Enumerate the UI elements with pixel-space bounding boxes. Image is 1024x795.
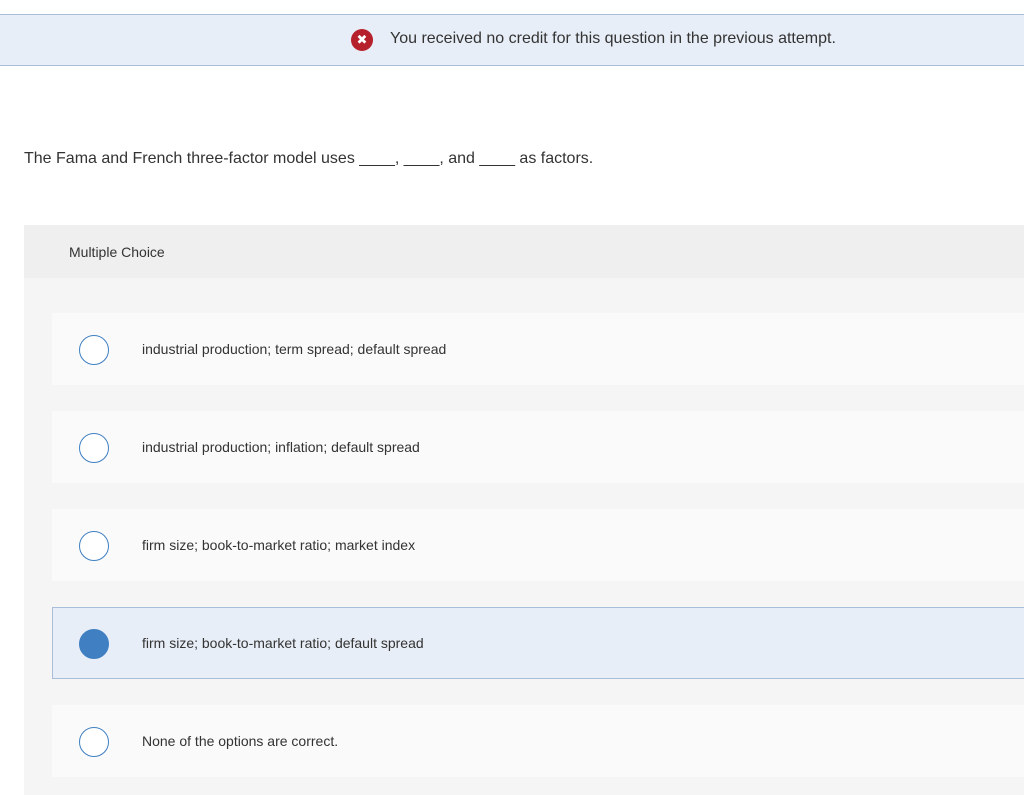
question-text: The Fama and French three-factor model u… [24, 150, 594, 167]
multiple-choice-panel: Multiple Choice industrial production; t… [24, 225, 1024, 795]
option-2[interactable]: industrial production; inflation; defaul… [52, 411, 1024, 483]
radio-button-5[interactable] [79, 727, 109, 757]
option-3-label: firm size; book-to-market ratio; market … [142, 537, 416, 553]
option-2-label: industrial production; inflation; defaul… [142, 439, 420, 455]
option-1-label: industrial production; term spread; defa… [142, 341, 447, 357]
panel-header: Multiple Choice [24, 225, 1024, 278]
feedback-banner: ✖ You received no credit for this questi… [0, 14, 1024, 66]
feedback-message: You received no credit for this question… [390, 30, 836, 47]
options-list: industrial production; term spread; defa… [24, 278, 1024, 795]
panel-header-label: Multiple Choice [69, 244, 165, 260]
radio-button-3[interactable] [79, 531, 109, 561]
radio-button-1[interactable] [79, 335, 109, 365]
x-circle-icon: ✖ [351, 29, 373, 51]
option-3[interactable]: firm size; book-to-market ratio; market … [52, 509, 1024, 581]
option-5-label: None of the options are correct. [142, 733, 339, 749]
option-4-label: firm size; book-to-market ratio; default… [142, 635, 424, 651]
radio-button-4-selected[interactable] [79, 629, 109, 659]
radio-button-2[interactable] [79, 433, 109, 463]
option-5[interactable]: None of the options are correct. [52, 705, 1024, 777]
option-4[interactable]: firm size; book-to-market ratio; default… [52, 607, 1024, 679]
option-1[interactable]: industrial production; term spread; defa… [52, 313, 1024, 385]
